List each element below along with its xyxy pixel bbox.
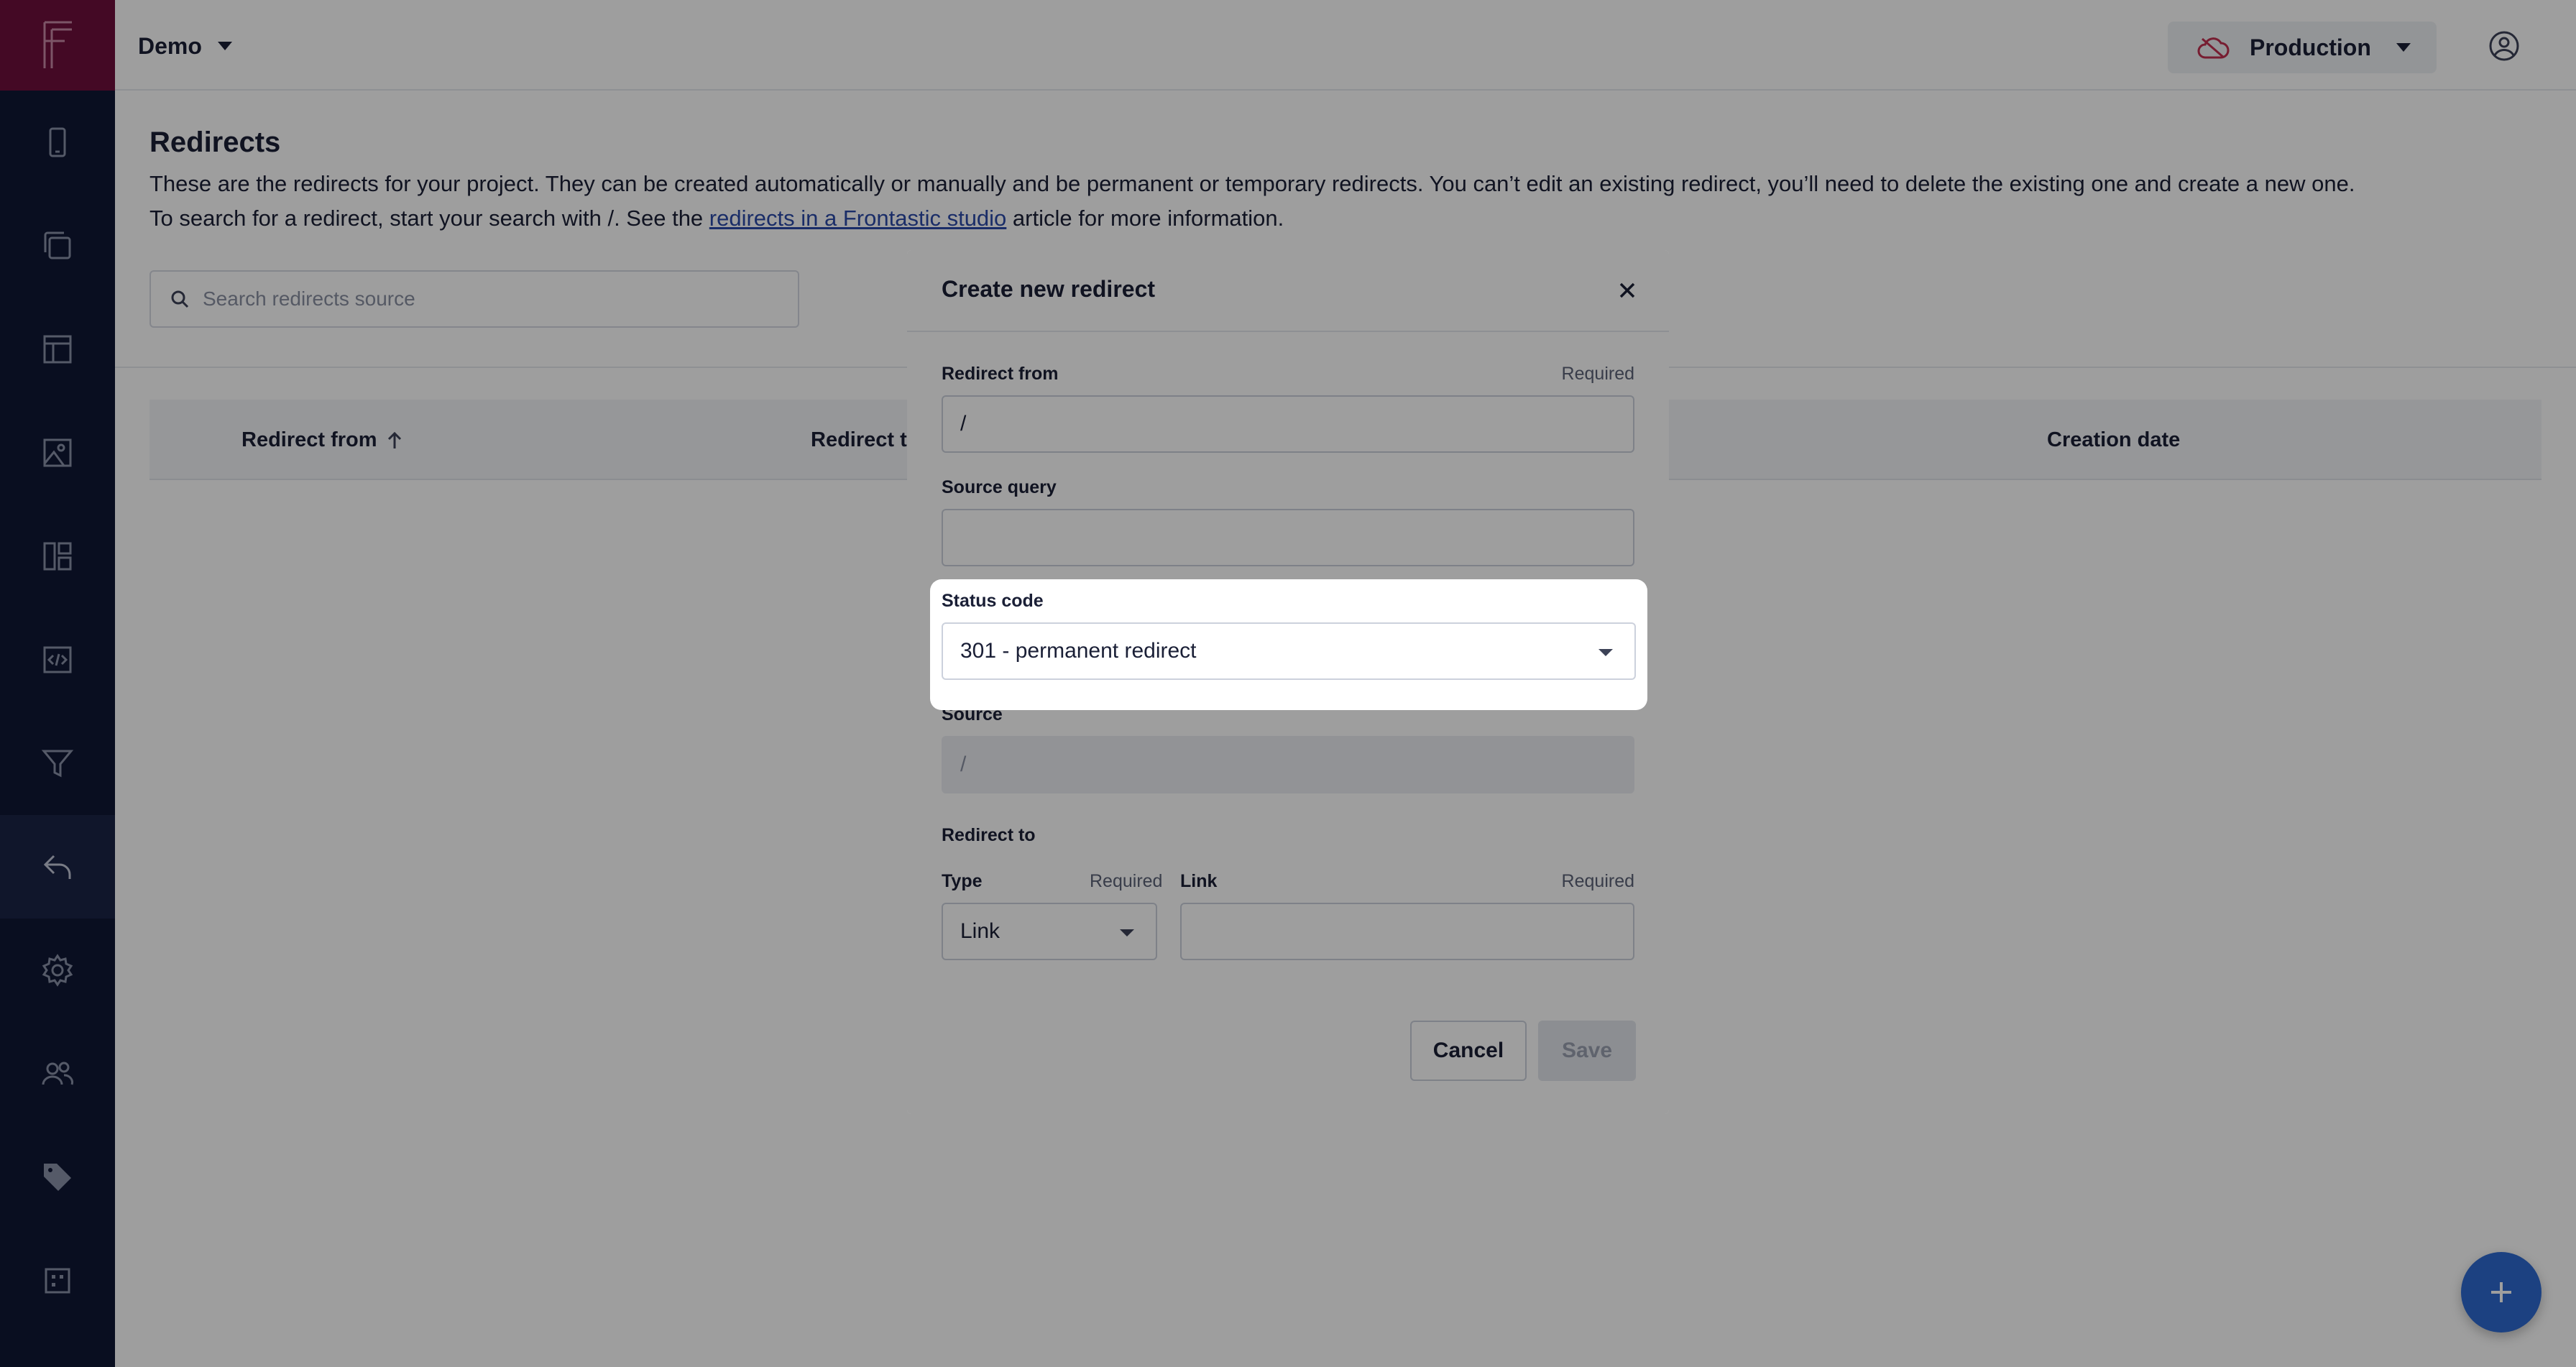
source-query-input[interactable] — [942, 509, 1634, 566]
modal-header: Create new redirect — [907, 250, 1669, 332]
redirect-from-value: / — [960, 412, 967, 436]
type-label: Type — [942, 871, 983, 891]
chevron-down-icon — [1120, 929, 1134, 936]
source-value: / — [960, 752, 967, 776]
status-code-value: 301 - permanent redirect — [960, 639, 1197, 663]
required-hint: Required — [1561, 364, 1634, 384]
source-query-label: Source query — [942, 477, 1057, 497]
link-label: Link — [1180, 871, 1218, 891]
status-code-select[interactable]: 301 - permanent redirect — [942, 622, 1636, 680]
redirect-from-input[interactable]: / — [942, 395, 1634, 453]
redirect-to-heading: Redirect to — [942, 825, 1036, 845]
source-input: / — [942, 736, 1634, 793]
status-code-field: Status code 301 - permanent redirect — [930, 579, 1647, 710]
cancel-button[interactable]: Cancel — [1410, 1021, 1527, 1081]
link-input[interactable] — [1180, 903, 1634, 960]
required-hint: Required — [1090, 871, 1163, 891]
type-select[interactable]: Link — [942, 903, 1157, 960]
required-hint: Required — [1561, 871, 1634, 891]
redirect-from-label: Redirect from — [942, 364, 1059, 384]
modal-title: Create new redirect — [942, 276, 1156, 302]
type-value: Link — [960, 919, 1000, 943]
chevron-down-icon — [1598, 649, 1613, 656]
status-code-label: Status code — [942, 591, 1044, 611]
close-icon[interactable] — [1614, 277, 1640, 303]
save-button[interactable]: Save — [1538, 1021, 1636, 1081]
